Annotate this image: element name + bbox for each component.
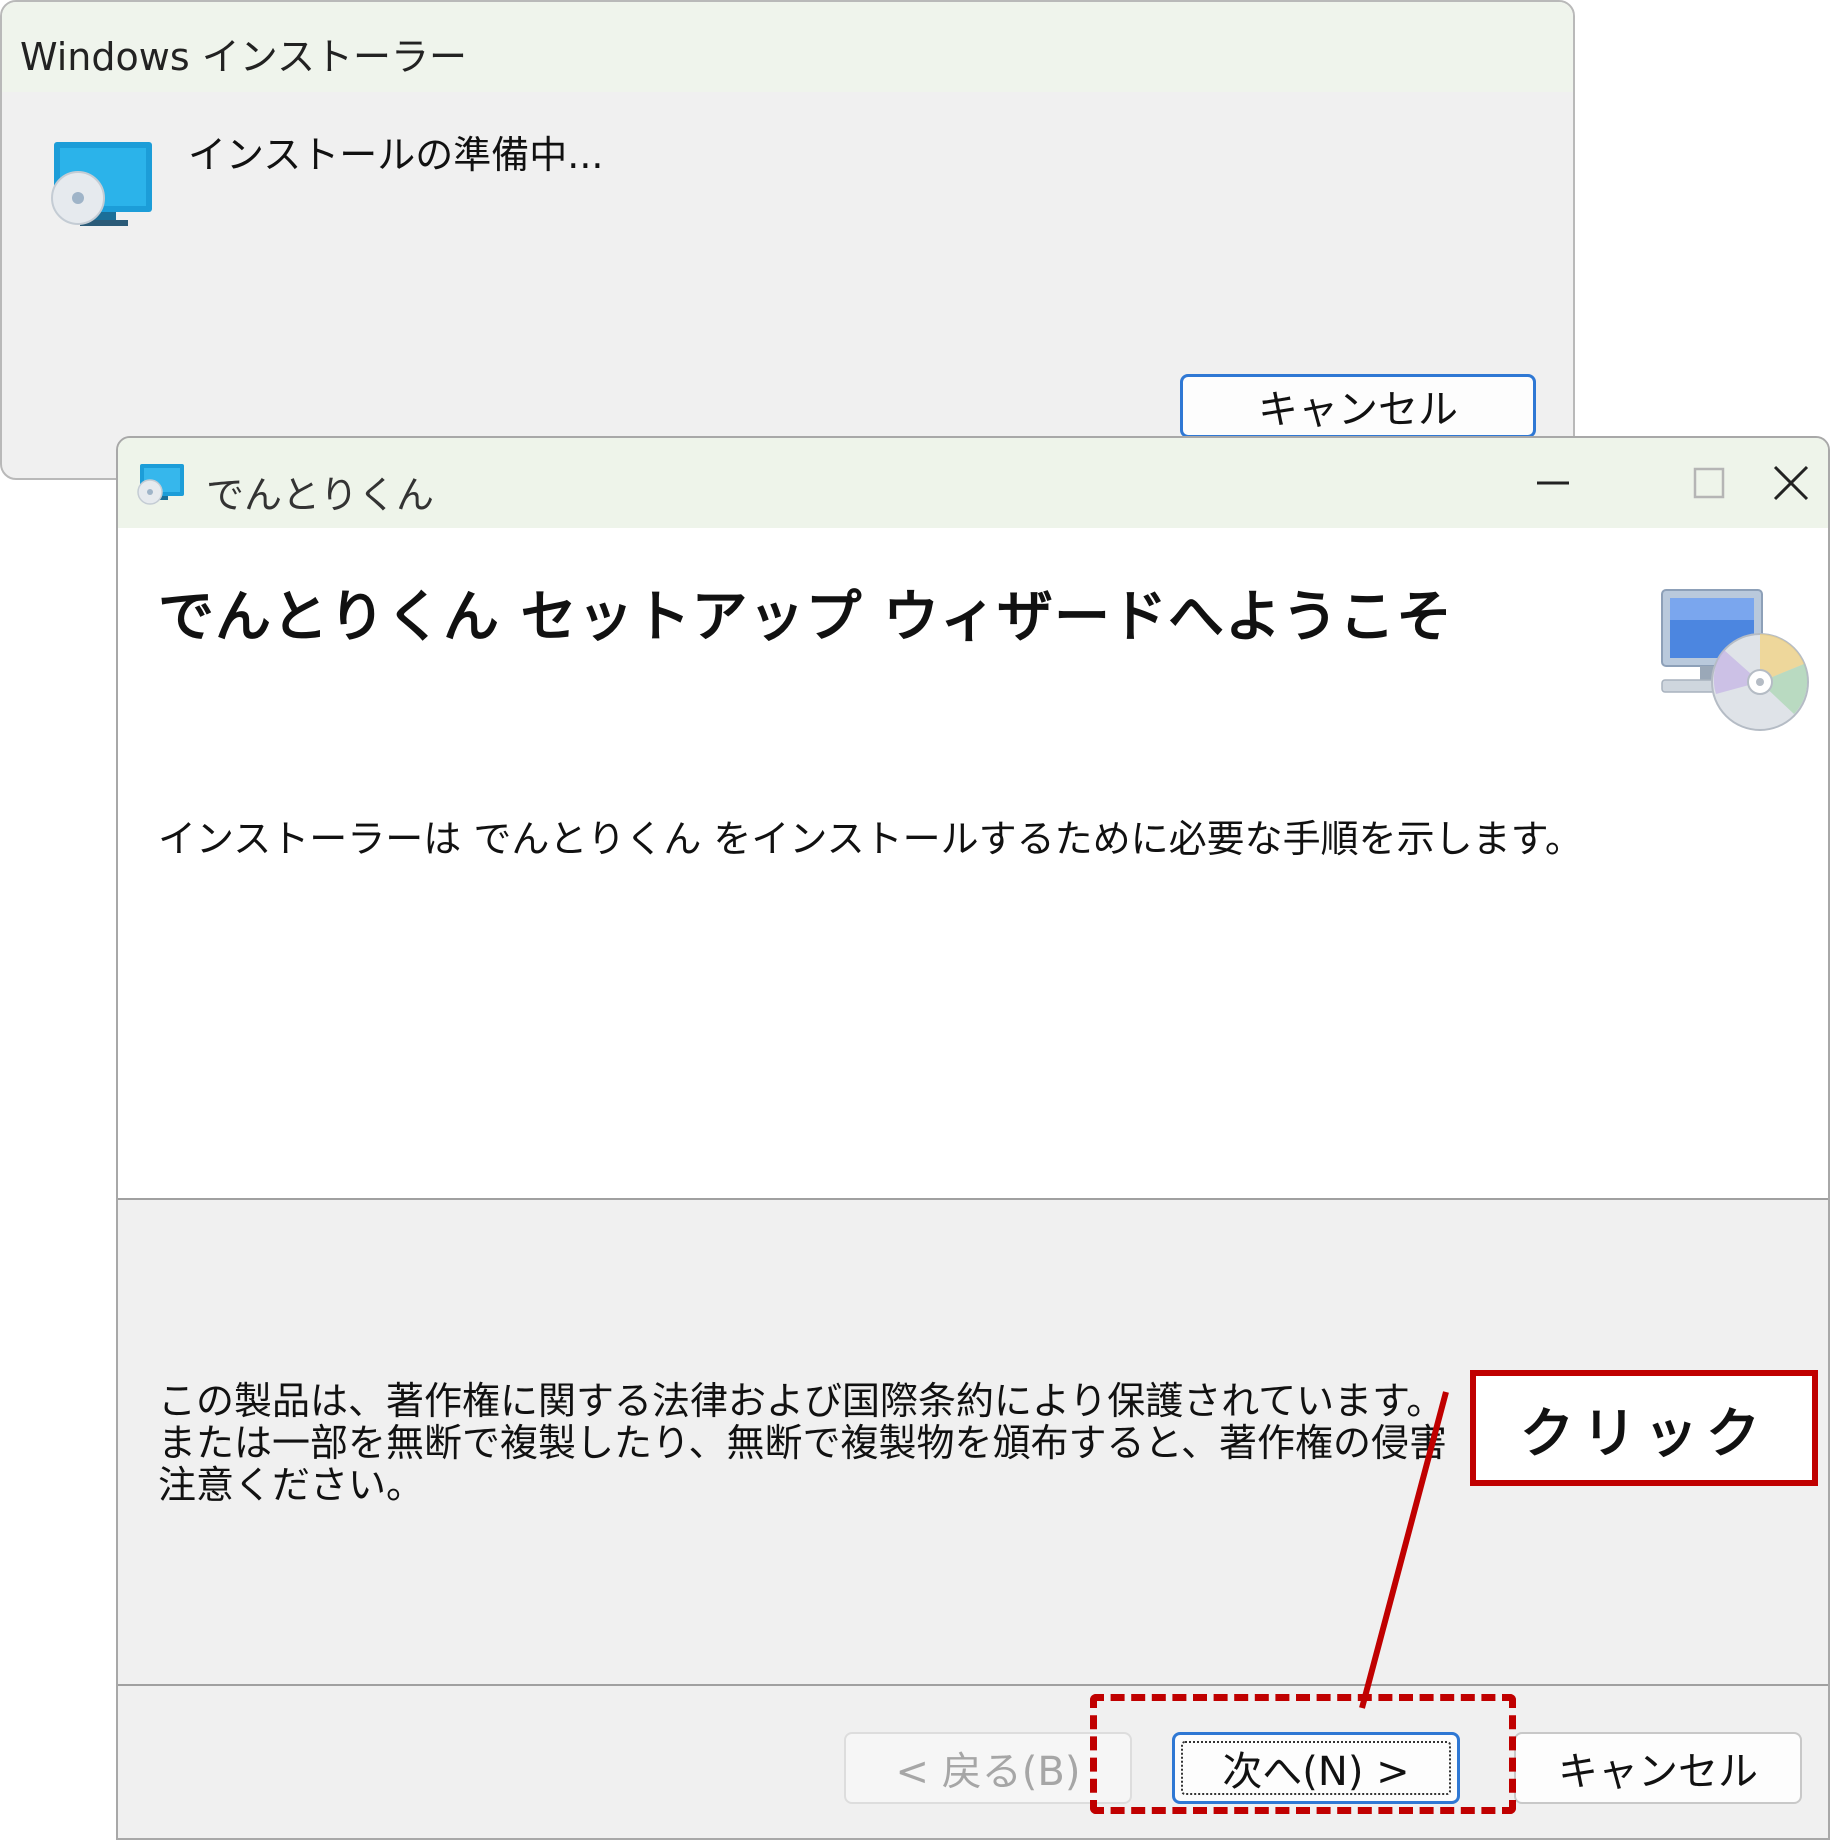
annotation-click-label: クリック <box>1470 1370 1818 1486</box>
annotation-highlight-box <box>1090 1694 1516 1814</box>
annotation-pointer-line <box>1359 1391 1449 1709</box>
